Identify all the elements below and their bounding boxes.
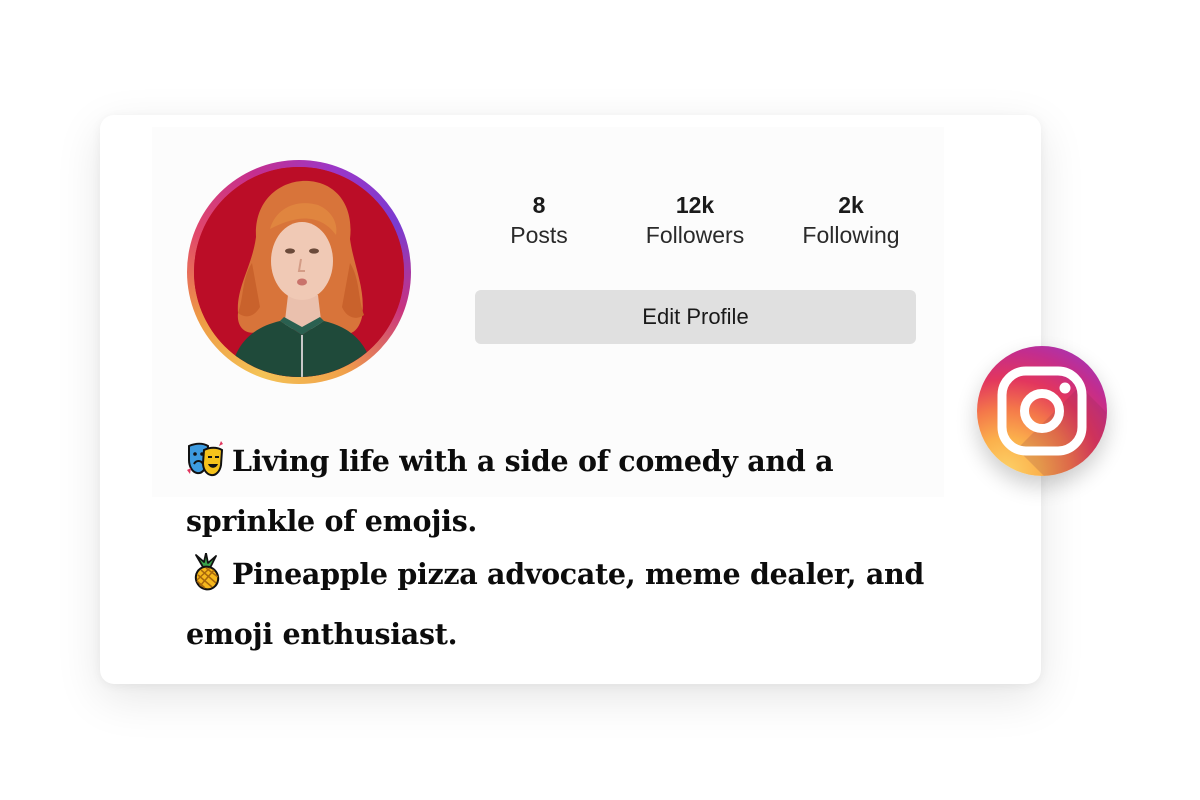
avatar-photo [194, 167, 404, 377]
bio-line-3-text: Pineapple pizza advocate, meme dealer, a… [232, 557, 925, 591]
following-label: Following [802, 222, 900, 248]
page: 8 Posts 12k Followers 2k Following Edit … [0, 0, 1200, 800]
bio-line-1: Living life with a side of comedy and a [186, 435, 946, 495]
profile-bio: Living life with a side of comedy and a … [186, 435, 946, 661]
followers-label: Followers [645, 222, 745, 248]
bio-line-2: sprinkle of emojis. [186, 504, 478, 538]
posts-count: 8 [532, 192, 546, 218]
bio-line-1-text: Living life with a side of comedy and a [232, 444, 834, 478]
bio-line-4: emoji enthusiast. [186, 617, 458, 651]
followers-count: 12k [675, 192, 715, 218]
instagram-logo-icon[interactable] [977, 346, 1107, 476]
performing-arts-icon [186, 440, 224, 495]
posts-label: Posts [510, 222, 568, 248]
edit-profile-button[interactable]: Edit Profile [475, 290, 916, 344]
following-count: 2k [838, 192, 864, 218]
stat-following[interactable]: 2k Following [776, 191, 926, 251]
stat-posts[interactable]: 8 Posts [464, 191, 614, 251]
avatar[interactable] [194, 167, 404, 377]
avatar-story-ring[interactable] [187, 160, 411, 384]
profile-card: 8 Posts 12k Followers 2k Following Edit … [100, 115, 1041, 684]
pineapple-icon [186, 552, 224, 608]
bio-line-3: Pineapple pizza advocate, meme dealer, a… [186, 548, 946, 608]
stat-followers[interactable]: 12k Followers [620, 191, 770, 251]
